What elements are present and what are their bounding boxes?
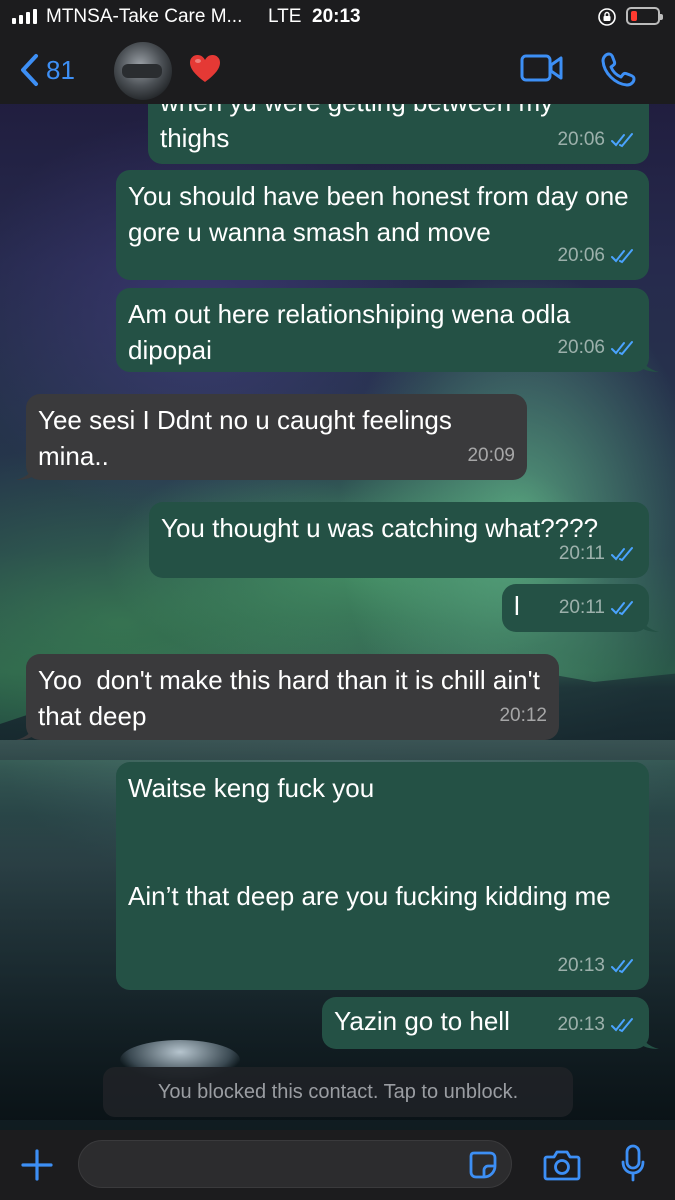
- message-time: 20:06: [557, 337, 605, 358]
- message-time: 20:11: [558, 597, 605, 618]
- message-meta: 20:11: [559, 590, 637, 626]
- message-meta: 20:06: [557, 122, 637, 158]
- read-receipt-icon: [611, 341, 633, 356]
- top-bar: MTNSA-Take Care M... LTE 20:13 81: [0, 0, 675, 104]
- message-bubble[interactable]: Am out here relationshiping wena odla di…: [116, 288, 659, 372]
- status-bar: MTNSA-Take Care M... LTE 20:13: [0, 0, 675, 36]
- message-time: 20:13: [557, 955, 605, 976]
- bubble-tail: [639, 354, 659, 372]
- signal-icon: [12, 9, 37, 24]
- message-meta: 20:09: [467, 438, 515, 474]
- camera-icon[interactable]: [543, 1148, 581, 1182]
- microphone-icon[interactable]: [620, 1144, 646, 1184]
- read-receipt-icon: [611, 133, 633, 148]
- message-bubble[interactable]: Yazin go to hell 20:13: [322, 997, 659, 1049]
- message-meta: 20:06: [557, 330, 637, 366]
- message-text: Yoo don't make this hard than it is chil…: [38, 665, 548, 731]
- read-receipt-icon: [611, 601, 633, 616]
- message-bubble[interactable]: Yee sesi I Ddnt no u caught feelings min…: [16, 394, 527, 480]
- bubble-tail: [16, 722, 36, 740]
- message-time: 20:11: [558, 543, 605, 564]
- plus-icon[interactable]: [20, 1148, 54, 1182]
- back-button[interactable]: 81: [18, 50, 75, 90]
- read-receipt-icon: [611, 249, 633, 264]
- contact-avatar[interactable]: [114, 42, 172, 100]
- message-text: Yee sesi I Ddnt no u caught feelings min…: [38, 405, 460, 471]
- chevron-left-icon: [21, 54, 38, 86]
- message-meta: 20:11: [559, 536, 637, 572]
- message-bubble[interactable]: Yoo don't make this hard than it is chil…: [16, 654, 559, 740]
- read-receipt-icon: [611, 959, 633, 974]
- message-time: 20:12: [499, 705, 547, 726]
- carrier-name: MTNSA-Take Care M...: [46, 6, 243, 27]
- bubble-tail: [639, 1031, 659, 1049]
- message-text: Waitse keng fuck you Ain’t that deep are…: [128, 773, 611, 911]
- message-meta: 20:13: [557, 948, 637, 984]
- battery-icon: [626, 7, 663, 25]
- message-bubble[interactable]: when yu were getting between my thighs 2…: [148, 104, 649, 164]
- message-bubble[interactable]: You thought u was catching what???? 20:1…: [149, 502, 649, 578]
- bubble-tail: [639, 614, 659, 632]
- blocked-contact-notice[interactable]: You blocked this contact. Tap to unblock…: [103, 1067, 573, 1117]
- status-time: 20:13: [312, 6, 361, 27]
- message-input[interactable]: [78, 1140, 512, 1188]
- unread-count: 81: [46, 54, 75, 85]
- sticker-icon[interactable]: [468, 1150, 498, 1180]
- read-receipt-icon: [611, 1018, 633, 1033]
- bubble-tail: [16, 462, 36, 480]
- chat-area[interactable]: when yu were getting between my thighs 2…: [0, 104, 675, 1130]
- message-meta: 20:13: [557, 1007, 637, 1043]
- message-time: 20:13: [557, 1014, 605, 1035]
- read-receipt-icon: [611, 547, 633, 562]
- message-meta: 20:06: [557, 238, 637, 274]
- composer-bar: [0, 1130, 675, 1200]
- message-meta: 20:12: [499, 698, 547, 734]
- rotation-lock-icon: [598, 8, 616, 26]
- message-bubble[interactable]: You should have been honest from day one…: [116, 170, 649, 280]
- network-type: LTE: [268, 6, 302, 27]
- message-bubble[interactable]: Waitse keng fuck you Ain’t that deep are…: [116, 762, 649, 990]
- message-time: 20:09: [467, 445, 515, 466]
- heart-icon[interactable]: [188, 52, 222, 86]
- message-time: 20:06: [557, 129, 605, 150]
- message-bubble[interactable]: l 20:11: [502, 584, 659, 632]
- phone-call-icon[interactable]: [600, 50, 638, 88]
- message-time: 20:06: [557, 245, 605, 266]
- video-call-icon[interactable]: [520, 52, 564, 84]
